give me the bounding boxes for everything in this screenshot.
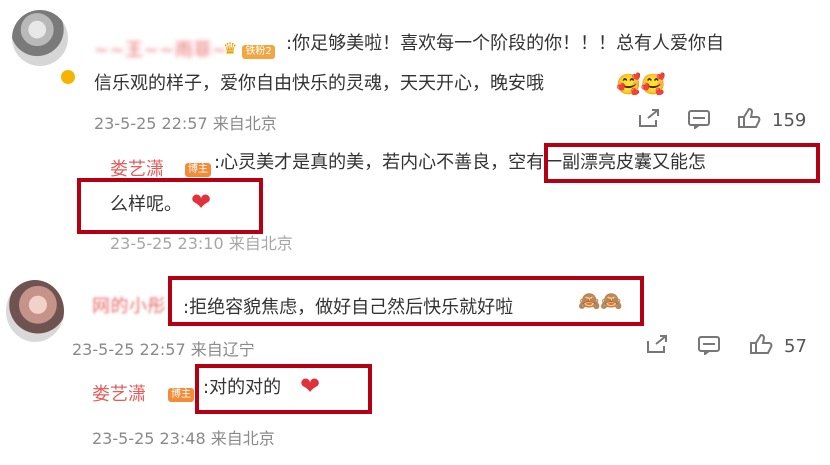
fan-badge: 铁粉2 [242,45,275,59]
avatar[interactable] [6,280,64,342]
reply-timestamp: 23-5-25 23:48 来自北京 [92,429,275,448]
thumbs-up-icon[interactable] [737,107,761,133]
share-icon[interactable] [646,334,668,358]
comment-user-name[interactable]: 网的小彤 [92,292,166,318]
highlight-box [195,364,372,414]
share-icon[interactable] [638,108,660,132]
author-badge: 博主 [168,388,194,402]
reply-author-name[interactable]: 娄艺潇 [92,380,146,406]
comment-timestamp: 23-5-25 22:57 来自辽宁 [72,340,255,359]
comment-icon[interactable] [687,109,711,133]
thumbs-up-icon[interactable] [749,333,773,359]
comment-text-line2: 信乐观的样子，爱你自由快乐的灵魂，天天开心，晚安哦 [94,73,544,94]
comment-timestamp: 23-5-25 22:57 来自北京 [94,114,277,133]
comment-icon[interactable] [697,335,721,359]
highlight-box [77,178,263,234]
highlight-box [544,143,820,183]
like-count: 159 [772,110,807,131]
avatar[interactable] [12,10,68,66]
comment-text-line1: :你足够美啦！喜欢每一个阶段的你！！！总有人爱你自 [286,33,725,54]
verified-icon [59,68,77,86]
emoji: 🥰🥰 [616,72,666,96]
like-count: 57 [784,336,807,357]
author-badge: 博主 [185,163,211,177]
highlight-box [168,276,644,326]
crown-icon: ♛ [223,39,238,58]
comment-user-name[interactable]: ~~王~~雨菲~ [94,36,227,62]
